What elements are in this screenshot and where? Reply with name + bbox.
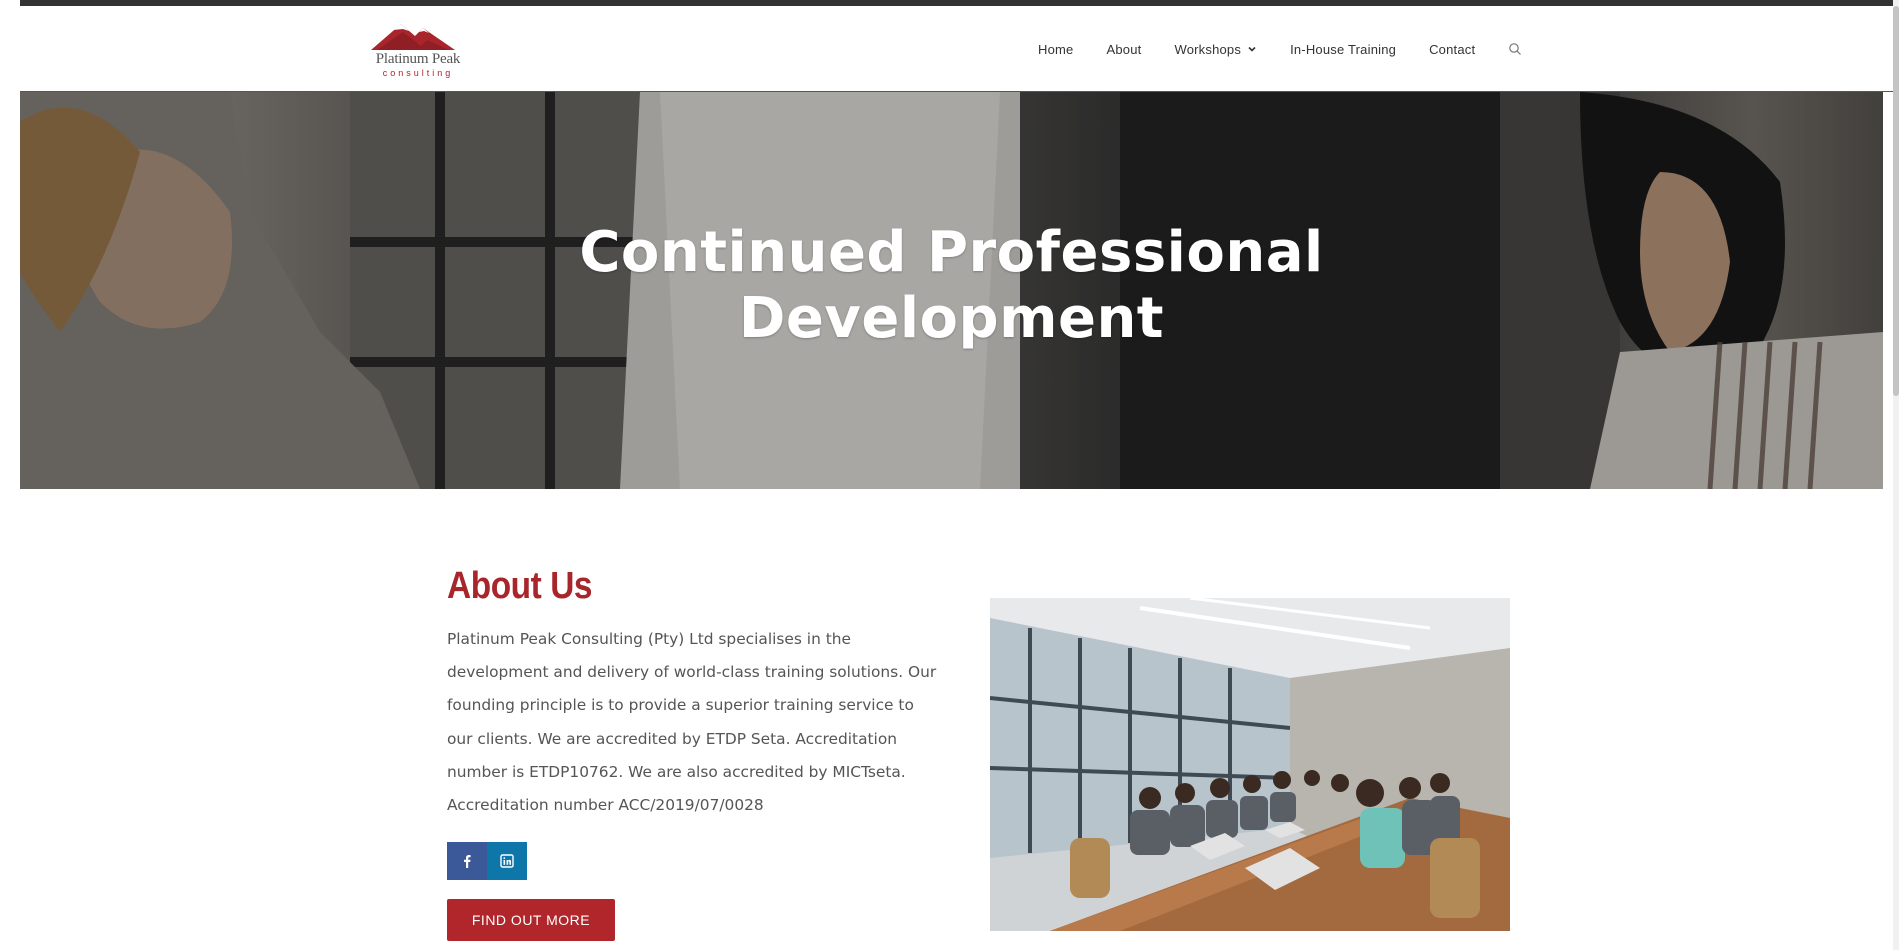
nav-about-label: About [1106,41,1142,57]
nav-workshops[interactable]: Workshops [1174,42,1257,57]
hero-title-line2: Development [738,286,1165,351]
search-icon[interactable] [1508,42,1522,56]
nav-home-label: Home [1038,41,1074,57]
site-header: Platinum Peak consulting Home About Work… [20,6,1893,92]
scrollbar-thumb[interactable] [1893,6,1899,396]
meeting-room-photo [990,598,1510,931]
nav-in-house-training-label: In-House Training [1290,41,1397,57]
logo-tagline: consulting [382,68,454,78]
social-links [447,842,527,880]
nav-in-house-training[interactable]: In-House Training [1290,42,1396,57]
hero-title: Continued Professional Development [20,220,1883,352]
hero-banner: Continued Professional Development [20,92,1883,489]
nav-home[interactable]: Home [1038,42,1073,57]
main-nav: Home About Workshops In-House Training C… [1038,36,1522,62]
facebook-icon [464,855,471,868]
about-body: Platinum Peak Consulting (Pty) Ltd speci… [447,630,937,815]
mountain-logo-icon [371,24,455,50]
nav-workshops-label: Workshops [1174,41,1242,57]
hero-title-line1: Continued Professional [579,220,1324,285]
nav-contact-label: Contact [1429,41,1476,57]
linkedin-icon [500,854,514,868]
nav-contact[interactable]: Contact [1429,42,1475,57]
logo-name: Platinum Peak [375,51,461,67]
scrollbar[interactable] [1893,0,1899,950]
find-out-more-button[interactable]: FIND OUT MORE [447,899,615,941]
logo[interactable]: Platinum Peak consulting [363,20,473,82]
facebook-button[interactable] [447,842,487,880]
meeting-room-image [990,598,1510,931]
nav-about[interactable]: About [1106,42,1141,57]
linkedin-button[interactable] [487,842,527,880]
chevron-down-icon [1248,46,1256,52]
about-heading: About Us [447,565,593,607]
